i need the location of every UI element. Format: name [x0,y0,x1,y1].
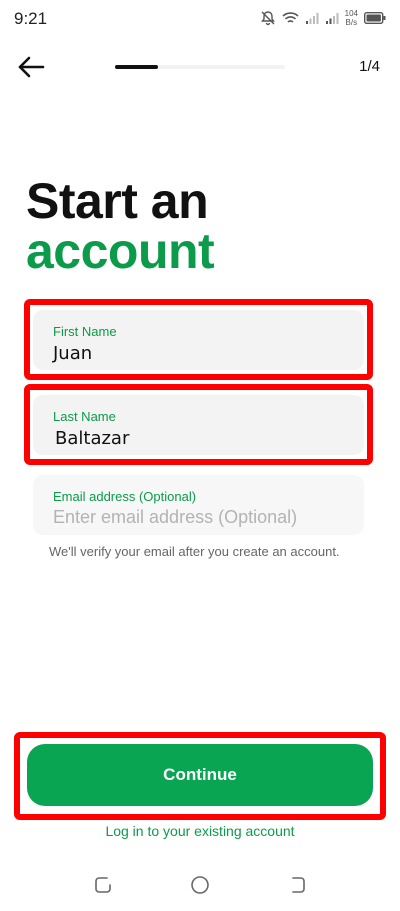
continue-label: Continue [163,765,237,784]
signal-icon [325,13,339,24]
battery-icon [364,12,386,24]
first-name-value: Juan [53,343,93,364]
signal-icon [305,13,319,24]
recents-icon [95,877,111,893]
net-speed-value: 104 [344,9,358,18]
net-speed-unit: B/s [345,18,358,27]
progress-fill [115,65,158,69]
back-nav-icon [292,877,305,893]
email-helper-text: We'll verify your email after you create… [49,544,340,559]
last-name-field[interactable]: Last Name Baltazar [33,395,364,455]
mute-icon [260,11,275,26]
back-nav-button[interactable] [286,874,308,896]
arrow-left-icon [18,56,45,78]
first-name-label: First Name [53,324,117,339]
step-indicator: 1/4 [359,58,380,75]
first-name-field[interactable]: First Name Juan [33,310,364,370]
last-name-value: Baltazar [55,428,130,449]
net-speed: 104 B/s [345,9,358,27]
status-bar: 9:21 104 B/s [0,0,400,36]
app-header: 1/4 [0,44,400,90]
status-icons: 104 B/s [260,8,386,28]
back-button[interactable] [16,54,46,80]
home-button[interactable] [189,874,211,896]
status-time: 9:21 [14,9,48,28]
continue-button[interactable]: Continue [27,744,373,806]
email-field[interactable]: Email address (Optional) Enter email add… [33,475,364,535]
last-name-label: Last Name [53,409,116,424]
signup-progress-bar [115,65,285,69]
page-title-accent: account [26,223,215,279]
email-label: Email address (Optional) [53,489,197,504]
login-link[interactable]: Log in to your existing account [0,823,400,839]
email-placeholder: Enter email address (Optional) [53,507,298,527]
wifi-icon [282,12,299,23]
home-icon [191,876,209,894]
system-nav-bar [0,866,400,902]
recents-button[interactable] [92,874,114,896]
